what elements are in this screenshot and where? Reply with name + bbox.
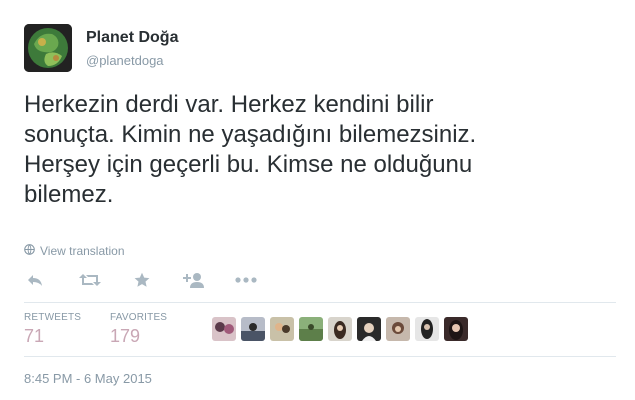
favoriter-avatar[interactable]	[386, 317, 410, 341]
reply-icon[interactable]	[24, 269, 46, 291]
favoriter-avatar[interactable]	[270, 317, 294, 341]
retweets-stat[interactable]: RETWEETS 71	[24, 312, 81, 347]
favoriter-avatar[interactable]	[415, 317, 439, 341]
more-icon[interactable]	[235, 269, 257, 291]
retweets-label: RETWEETS	[24, 312, 82, 323]
favorites-label: FAVORITES	[110, 312, 168, 323]
retweet-icon[interactable]	[79, 269, 101, 291]
screen-name[interactable]: @planetdoga	[86, 53, 164, 68]
tweet-text-line: Herşey için geçerli bu. Kimse ne olduğun…	[24, 151, 473, 178]
tweet-text: Herkezin derdi var. Herkez kendini bilir…	[24, 90, 624, 210]
retweets-count: 71	[24, 326, 45, 346]
tweet-timestamp[interactable]: 8:45 PM - 6 May 2015	[24, 371, 152, 386]
stats-divider-bottom	[24, 356, 616, 357]
tweet-text-line: Herkezin derdi var. Herkez kendini bilir	[24, 91, 434, 118]
globe-icon	[24, 244, 35, 258]
view-translation-link[interactable]: View translation	[24, 244, 125, 258]
display-name[interactable]: Planet Doğa	[86, 29, 178, 47]
follow-icon[interactable]	[183, 269, 205, 291]
stats-divider-top	[24, 302, 616, 303]
favoriter-avatars	[212, 317, 468, 341]
favoriter-avatar[interactable]	[444, 317, 468, 341]
favorite-star-icon[interactable]	[131, 269, 153, 291]
tweet-text-line: bilemez.	[24, 181, 114, 208]
view-translation-label: View translation	[40, 244, 125, 258]
favoriter-avatar[interactable]	[212, 317, 236, 341]
avatar[interactable]	[24, 24, 72, 72]
favorites-count: 179	[110, 326, 141, 346]
favoriter-avatar[interactable]	[299, 317, 323, 341]
favoriter-avatar[interactable]	[357, 317, 381, 341]
tweet-actions	[24, 268, 257, 292]
favoriter-avatar[interactable]	[328, 317, 352, 341]
tweet-text-line: sonuçta. Kimin ne yaşadığını bilemezsini…	[24, 121, 477, 148]
favorites-stat[interactable]: FAVORITES 179	[110, 312, 167, 347]
favoriter-avatar[interactable]	[241, 317, 265, 341]
